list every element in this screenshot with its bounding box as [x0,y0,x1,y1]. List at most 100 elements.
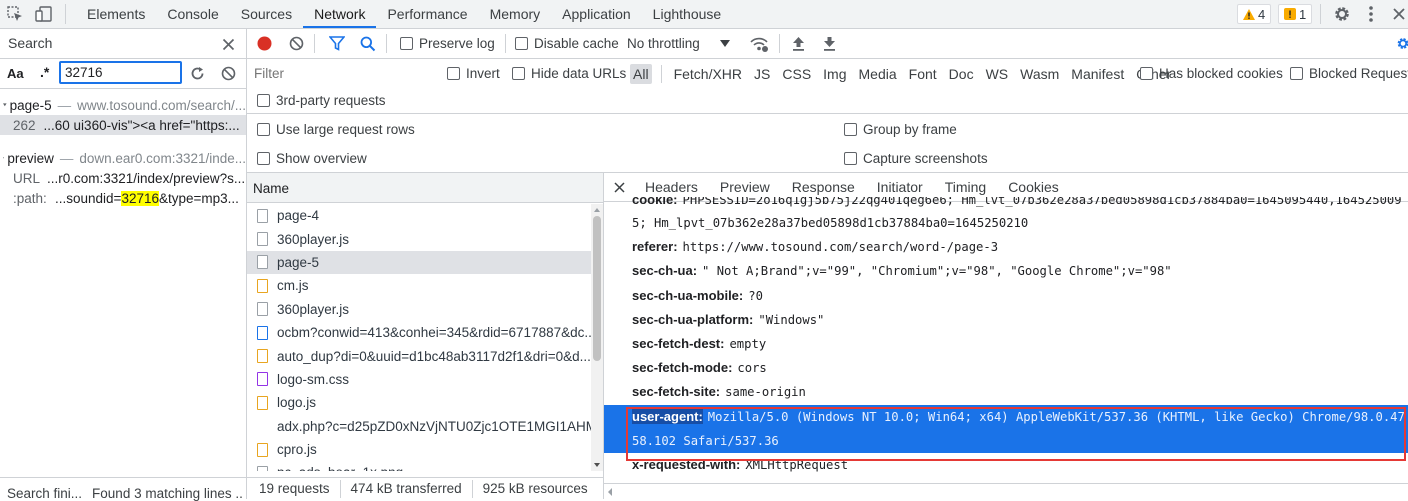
device-toolbar-icon[interactable] [34,5,54,23]
request-row[interactable]: pc_ads_bear_1x.png [247,461,591,471]
type-filter-img[interactable]: Img [817,66,852,82]
details-tab-headers[interactable]: Headers [634,179,709,195]
result-match-row[interactable]: :path: ...soundid= 32716 &type=mp3... [0,188,246,208]
filter-input[interactable] [250,62,433,84]
export-har-icon[interactable] [821,35,838,52]
inspect-element-icon[interactable] [6,5,24,23]
match-case-toggle[interactable]: Aa [7,66,24,81]
filter-funnel-icon[interactable] [328,35,345,52]
details-tab-response[interactable]: Response [781,179,866,195]
search-input[interactable] [59,61,182,84]
details-tab-preview[interactable]: Preview [709,179,781,195]
tab-network[interactable]: Network [303,1,377,28]
name-column-header[interactable]: Name [247,173,603,203]
header-row[interactable]: referer: https://www.tosound.com/search/w… [604,235,1408,259]
details-hscroll-left-arrow-icon[interactable] [606,485,616,496]
request-row[interactable]: cpro.js [247,438,591,461]
warnings-badge[interactable]: 4 [1237,4,1272,24]
script-file-icon [257,442,268,457]
header-row[interactable]: sec-fetch-dest: empty [604,332,1408,356]
header-row[interactable]: 5; Hm_lpvt_07b362e28a37bed05898d1cb37884… [604,211,1408,235]
type-filter-media[interactable]: Media [853,66,903,82]
header-row[interactable]: sec-ch-ua: " Not A;Brand";v="99", "Chromi… [604,259,1408,283]
blocked-requests-checkbox[interactable]: Blocked Requests [1290,66,1408,81]
hide-data-urls-checkbox[interactable]: Hide data URLs [512,66,626,81]
type-filter-ws[interactable]: WS [980,66,1015,82]
clear-log-icon[interactable] [288,35,305,52]
type-filter-manifest[interactable]: Manifest [1065,66,1130,82]
capture-screenshots-checkbox[interactable]: Capture screenshots [844,151,988,166]
request-row[interactable]: 360player.js [247,227,591,250]
result-file-url: down.ear0.com:3321/inde... [79,150,246,166]
header-value: "Windows" [758,312,825,327]
network-conditions-icon[interactable] [749,34,769,53]
request-row[interactable]: page-4 [247,204,591,227]
header-row[interactable]: cookie: PHPSESSID=2o16q1gj5b75j22qg401qeg… [604,197,1408,211]
filter-bar: Invert Hide data URLs All Fetch/XHRJSCSSI… [247,59,1408,87]
more-options-icon[interactable] [1364,4,1378,24]
large-rows-checkbox[interactable]: Use large request rows [257,122,415,137]
tab-lighthouse[interactable]: Lighthouse [642,1,733,28]
tab-elements[interactable]: Elements [76,1,156,28]
network-settings-gear-icon[interactable] [1396,35,1408,52]
group-by-frame-checkbox[interactable]: Group by frame [844,122,957,137]
request-row[interactable]: adx.php?c=d25pZD0xNzVjNTU0Zjc1OTE1MGI1AH… [247,415,591,438]
issues-badge[interactable]: 1 [1278,4,1313,24]
clear-search-icon[interactable] [220,65,237,82]
request-name: adx.php?c=d25pZD0xNzVjNTU0Zjc1OTE1MGI1AH… [277,418,591,434]
type-filter-wasm[interactable]: Wasm [1014,66,1065,82]
result-match-row[interactable]: URL ...r0.com:3321/index/preview?s... [0,168,246,188]
details-tab-timing[interactable]: Timing [934,179,998,195]
header-name: sec-fetch-site: [632,384,721,400]
request-row[interactable]: auto_dup?di=0&uuid=d1bc48ab3117d2f1&dri=… [247,344,591,367]
request-row[interactable]: cm.js [247,274,591,297]
request-list-scrollbar[interactable] [591,204,603,471]
tab-sources[interactable]: Sources [230,1,303,28]
show-overview-checkbox[interactable]: Show overview [257,151,367,166]
request-row[interactable]: logo.js [247,391,591,414]
header-row[interactable]: sec-ch-ua-mobile: ?0 [604,284,1408,308]
details-tab-initiator[interactable]: Initiator [866,179,934,195]
panel-tabs: Elements Console Sources Network Performance… [76,0,732,28]
tab-console[interactable]: Console [156,1,229,28]
checkbox-box [844,123,857,136]
request-row[interactable]: 360player.js [247,298,591,321]
header-value: " Not A;Brand";v="99", "Chromium";v="98"… [702,264,1172,279]
throttling-select[interactable]: No throttling [627,36,730,51]
request-row[interactable]: logo-sm.css [247,368,591,391]
type-filter-css[interactable]: CSS [776,66,817,82]
header-row[interactable]: sec-fetch-site: same-origin [604,380,1408,404]
settings-gear-icon[interactable] [1332,4,1352,24]
third-party-checkbox[interactable]: 3rd-party requests [257,93,386,108]
preserve-log-checkbox[interactable]: Preserve log [400,36,495,51]
record-icon[interactable] [256,35,273,52]
disable-cache-checkbox[interactable]: Disable cache [515,36,619,51]
import-har-icon[interactable] [790,35,807,52]
header-row[interactable]: sec-fetch-mode: cors [604,356,1408,380]
result-file-group[interactable]: page-5 — www.tosound.com/search/... [0,95,246,115]
scrollbar-thumb[interactable] [593,216,601,361]
refresh-icon[interactable] [189,65,206,82]
close-devtools-icon[interactable] [1390,4,1408,24]
type-filter-doc[interactable]: Doc [943,66,980,82]
header-row[interactable]: sec-ch-ua-platform: "Windows" [604,308,1408,332]
request-row[interactable]: ocbm?conwid=413&conhei=345&rdid=6717887&… [247,321,591,344]
tab-performance[interactable]: Performance [376,1,478,28]
type-filter-js[interactable]: JS [748,66,776,82]
has-blocked-cookies-checkbox[interactable]: Has blocked cookies [1140,66,1283,81]
result-file-group[interactable]: preview — down.ear0.com:3321/inde... [0,148,246,168]
request-row[interactable]: page-5 [247,250,591,275]
type-filter-all[interactable]: All [630,63,652,84]
close-search-icon[interactable] [220,36,236,52]
tab-application[interactable]: Application [551,1,642,28]
type-filter-fetch-xhr[interactable]: Fetch/XHR [668,66,748,82]
result-match-row[interactable]: 262 ...60 ui360-vis"><a href="https:... [0,115,246,135]
invert-checkbox[interactable]: Invert [447,66,500,81]
details-tab-cookies[interactable]: Cookies [997,179,1070,195]
script-file-icon [257,278,268,293]
result-key: URL [13,170,41,186]
tab-memory[interactable]: Memory [479,1,552,28]
search-icon[interactable] [359,35,376,52]
type-filter-font[interactable]: Font [903,66,943,82]
regex-toggle[interactable]: .* [40,64,49,80]
